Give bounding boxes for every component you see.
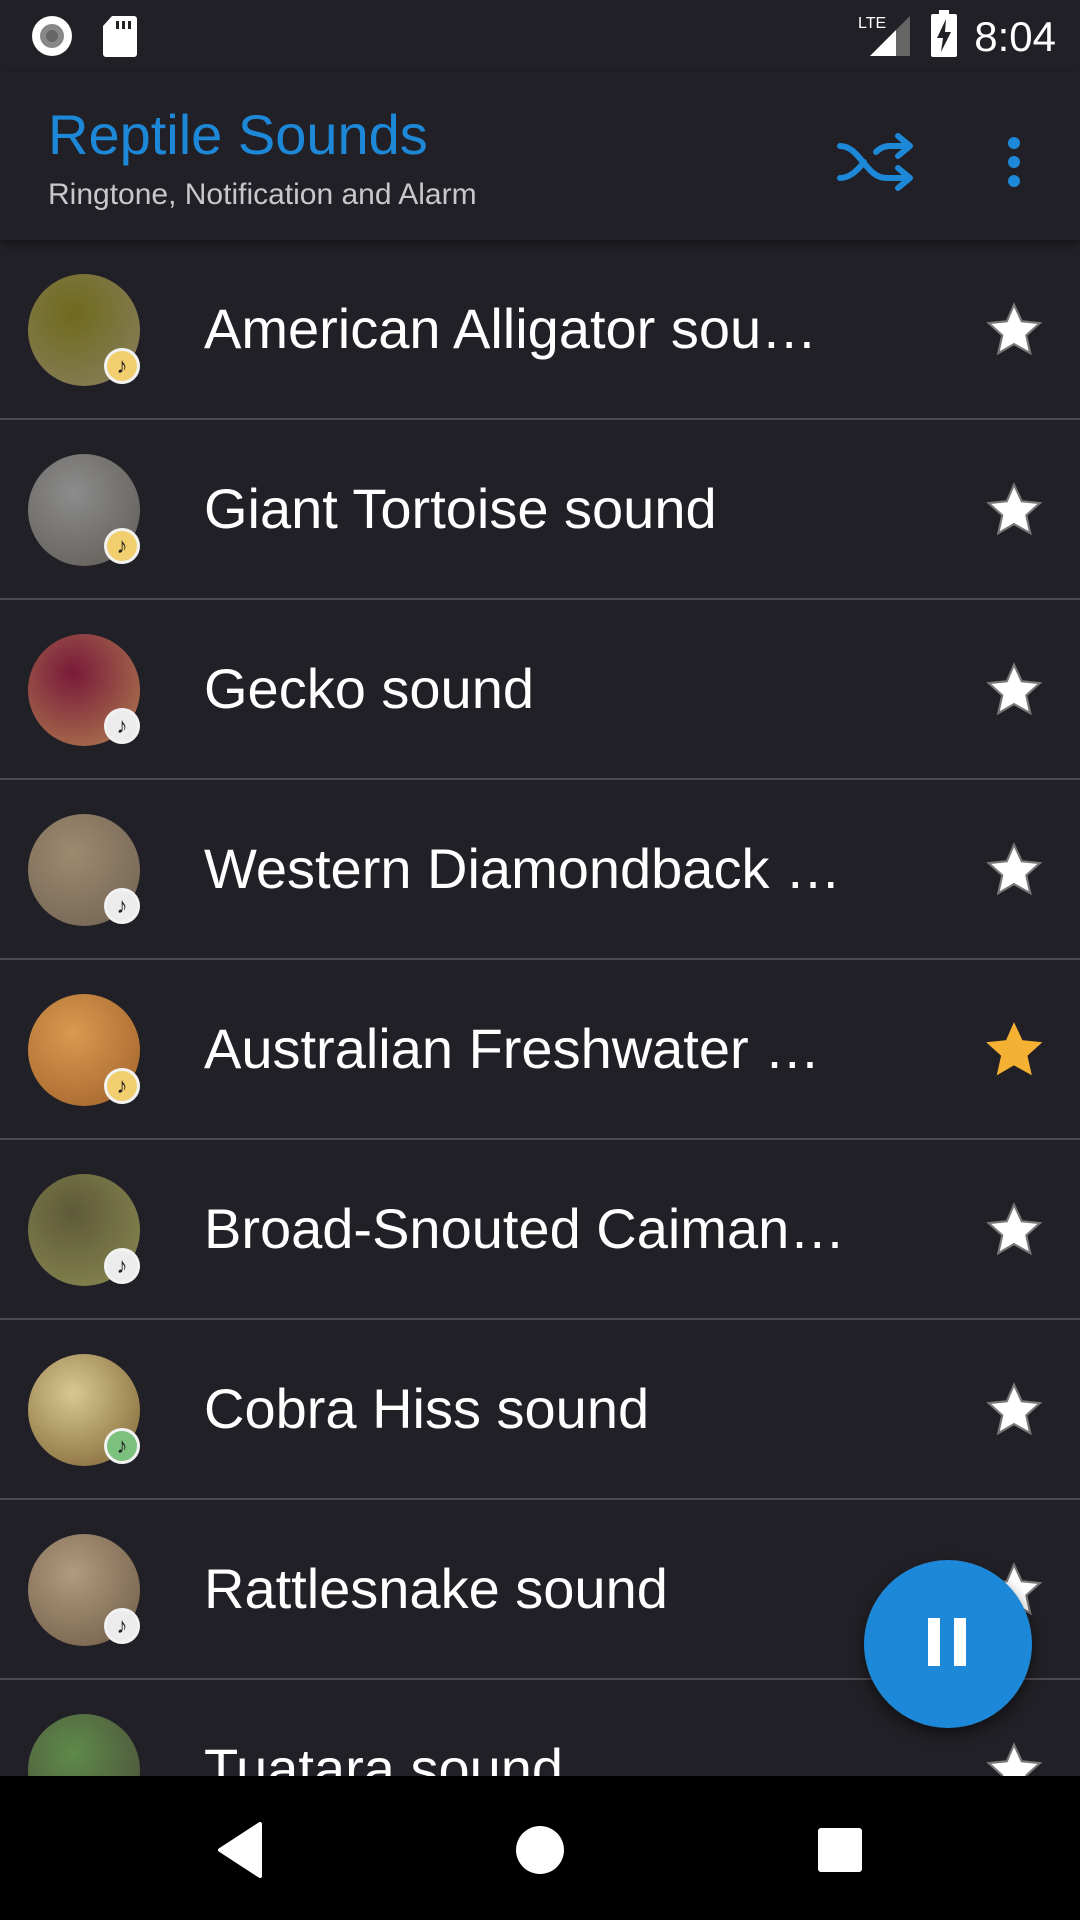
navigation-bar xyxy=(0,1776,1080,1920)
favorite-star-icon[interactable] xyxy=(982,838,1046,902)
app-subtitle: Ringtone, Notification and Alarm xyxy=(48,178,477,211)
sound-title: Western Diamondback … xyxy=(204,837,841,900)
sound-title: Australian Freshwater … xyxy=(204,1017,821,1080)
favorite-star-icon[interactable] xyxy=(982,298,1046,362)
music-note-icon[interactable]: ♪ xyxy=(104,1248,140,1284)
favorite-star-icon[interactable] xyxy=(982,1378,1046,1442)
sd-card-icon xyxy=(102,14,138,63)
sound-list[interactable]: ♪ American Alligator sou… ♪ Giant Tortoi… xyxy=(0,240,1080,1776)
status-time: 8:04 xyxy=(974,12,1056,60)
favorite-star-icon[interactable] xyxy=(982,1018,1046,1082)
sound-title: Tuatara sound xyxy=(204,1737,564,1776)
lte-signal-icon: LTE xyxy=(858,10,914,63)
sound-list-item[interactable]: ♪ Western Diamondback … xyxy=(0,780,1080,960)
pause-button[interactable] xyxy=(864,1560,1032,1728)
back-button[interactable] xyxy=(200,1812,280,1892)
music-note-icon[interactable]: ♪ xyxy=(104,528,140,564)
sound-list-item[interactable]: ♪ Cobra Hiss sound xyxy=(0,1320,1080,1500)
favorite-star-icon[interactable] xyxy=(982,478,1046,542)
shuffle-button[interactable] xyxy=(832,124,920,204)
sound-list-item[interactable]: ♪ Australian Freshwater … xyxy=(0,960,1080,1140)
music-note-icon[interactable]: ♪ xyxy=(104,708,140,744)
back-icon xyxy=(216,1821,264,1883)
favorite-star-icon[interactable] xyxy=(982,658,1046,722)
more-vert-icon xyxy=(1006,136,1022,193)
sound-list-item[interactable]: ♪ Broad-Snouted Caiman… xyxy=(0,1140,1080,1320)
pause-icon xyxy=(924,1616,972,1673)
battery-charging-icon xyxy=(930,10,958,63)
music-note-icon[interactable]: ♪ xyxy=(104,1428,140,1464)
more-options-button[interactable] xyxy=(990,124,1038,204)
sound-title: Cobra Hiss sound xyxy=(204,1377,650,1440)
reptile-thumbnail xyxy=(28,1714,140,1776)
app-title: Reptile Sounds xyxy=(48,103,428,166)
favorite-star-icon[interactable] xyxy=(982,1738,1046,1776)
sound-list-item[interactable]: ♪ American Alligator sou… xyxy=(0,240,1080,420)
svg-text:LTE: LTE xyxy=(858,15,886,32)
sound-title: American Alligator sou… xyxy=(204,297,818,360)
home-button[interactable] xyxy=(500,1812,580,1892)
shuffle-icon xyxy=(836,132,916,197)
recents-icon xyxy=(816,1826,864,1879)
sound-list-item[interactable]: ♪ Giant Tortoise sound xyxy=(0,420,1080,600)
home-icon xyxy=(514,1824,566,1881)
music-note-icon[interactable]: ♪ xyxy=(104,348,140,384)
sound-title: Broad-Snouted Caiman… xyxy=(204,1197,846,1260)
sound-title: Gecko sound xyxy=(204,657,534,720)
music-note-icon[interactable]: ♪ xyxy=(104,1608,140,1644)
record-icon xyxy=(30,14,74,63)
music-note-icon[interactable]: ♪ xyxy=(104,888,140,924)
recents-button[interactable] xyxy=(800,1812,880,1892)
favorite-star-icon[interactable] xyxy=(982,1198,1046,1262)
sound-title: Giant Tortoise sound xyxy=(204,477,717,540)
music-note-icon[interactable]: ♪ xyxy=(104,1068,140,1104)
app-bar: Reptile Sounds Ringtone, Notification an… xyxy=(0,72,1080,240)
sound-title: Rattlesnake sound xyxy=(204,1557,668,1620)
sound-list-item[interactable]: ♪ Gecko sound xyxy=(0,600,1080,780)
status-bar: LTE 8:04 xyxy=(0,0,1080,72)
